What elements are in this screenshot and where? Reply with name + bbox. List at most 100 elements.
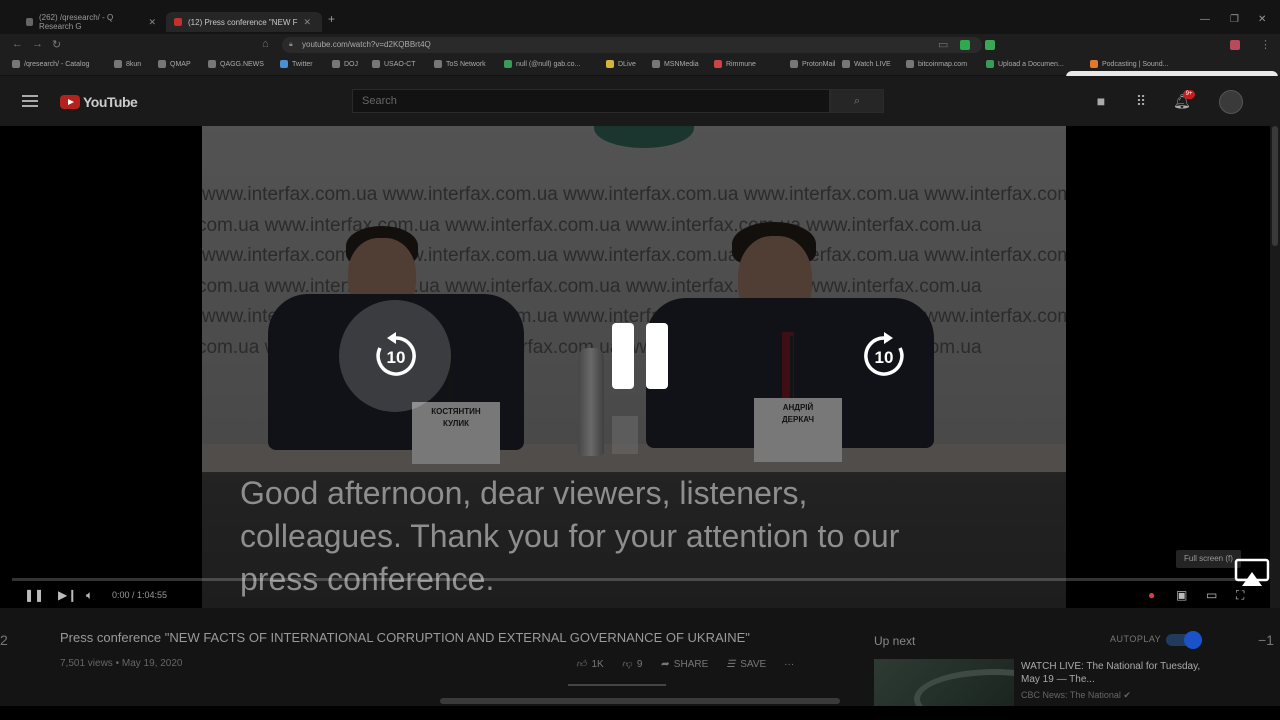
youtube-logo[interactable]: YouTube: [60, 94, 138, 110]
bookmark-item[interactable]: bitcoinmap.com: [906, 60, 967, 68]
bookmark-item[interactable]: Watch LIVE: [842, 60, 891, 68]
bookmark-icon: [790, 60, 798, 68]
hamburger-menu-icon[interactable]: [22, 95, 38, 107]
back-icon[interactable]: ←: [12, 38, 23, 50]
close-window-icon[interactable]: ✕: [1258, 14, 1266, 25]
thumbs-down-icon: 👎︎: [621, 659, 632, 670]
twitter-icon: [280, 60, 288, 68]
bookmark-icon: [434, 60, 442, 68]
extension-icon[interactable]: [985, 40, 995, 50]
progress-bar[interactable]: [12, 578, 1256, 581]
bookmark-item[interactable]: QAGG.NEWS: [208, 60, 264, 68]
autoplay-label: AUTOPLAY: [1110, 634, 1162, 644]
page-scrollbar[interactable]: [1270, 126, 1280, 608]
bookmark-icon: [906, 60, 914, 68]
bookmark-item[interactable]: Rimmune: [714, 60, 756, 68]
next-video-title[interactable]: WATCH LIVE: The National for Tuesday, Ma…: [1021, 660, 1201, 686]
bookmark-item[interactable]: ProtonMail: [790, 60, 835, 68]
bookmark-icon: [606, 60, 614, 68]
browser-tab-qresearch[interactable]: (262) /qresearch/ - Q Research G ✕: [18, 12, 164, 32]
new-tab-button[interactable]: +: [328, 12, 335, 26]
minimize-icon[interactable]: —: [1200, 14, 1210, 25]
like-button[interactable]: 👍︎ 1K: [576, 658, 604, 671]
maximize-icon[interactable]: ❐: [1230, 14, 1239, 25]
search-input[interactable]: Search: [352, 89, 830, 113]
airplay-icon[interactable]: [1234, 558, 1270, 590]
fullscreen-tooltip: Full screen (f): [1176, 550, 1241, 568]
time-display: 0:00 / 1:04:55: [112, 590, 168, 600]
bookmark-icon: [12, 60, 20, 68]
browser-tab-youtube[interactable]: (12) Press conference "NEW F ✕: [166, 12, 322, 32]
browser-tab-bar: (262) /qresearch/ - Q Research G ✕ (12) …: [0, 0, 1280, 34]
save-button[interactable]: ☰ SAVE: [726, 658, 766, 670]
volume-icon[interactable]: 🔈︎: [86, 588, 93, 603]
up-next-heading: Up next: [874, 634, 916, 648]
youtube-header: YouTube Search ⌕ ■ ⠿ 🔔︎ 9+: [0, 76, 1280, 126]
video-meta: 7,501 views • May 19, 2020: [60, 658, 183, 669]
pause-icon[interactable]: ❚❚: [24, 588, 44, 602]
bookmark-item[interactable]: QMAP: [158, 60, 191, 68]
logo-text: YouTube: [83, 94, 138, 110]
bookmark-item[interactable]: MSNMedia: [652, 60, 699, 68]
next-video-channel: CBC News: The National ✔: [1021, 690, 1131, 700]
bookmark-item[interactable]: /qresearch/ - Catalog: [12, 60, 89, 68]
bookmark-item[interactable]: Upload a Documen...: [986, 60, 1064, 68]
youtube-favicon-icon: [174, 18, 182, 26]
url-text: youtube.com/watch?v=d2KQBBrt4Q: [302, 40, 431, 49]
bookmark-item[interactable]: null (@null) gab.co...: [504, 60, 580, 68]
share-icon: ➦: [660, 658, 669, 670]
bookmark-item[interactable]: Podcasting | Sound...: [1090, 60, 1168, 68]
tab-label: (262) /qresearch/ - Q Research G: [38, 13, 114, 31]
more-button[interactable]: ···: [784, 658, 794, 670]
miniplayer-icon[interactable]: ▣: [1176, 588, 1187, 602]
forward-icon[interactable]: →: [32, 38, 43, 50]
menu-dots-icon[interactable]: ⋮: [1260, 38, 1271, 51]
bookmark-icon: [986, 60, 994, 68]
create-video-icon[interactable]: ■: [1093, 93, 1109, 109]
bookmark-item[interactable]: USAO-CT: [372, 60, 416, 68]
extension-icon[interactable]: [960, 40, 970, 50]
notification-badge: 9+: [1183, 90, 1195, 99]
next-video-icon[interactable]: ▶❙: [58, 588, 77, 602]
bookmark-item[interactable]: Twitter: [280, 60, 313, 68]
cast-icon[interactable]: ▭: [938, 38, 948, 51]
bookmark-item[interactable]: ToS Network: [434, 60, 486, 68]
tab-label: (12) Press conference "NEW F: [188, 17, 298, 27]
lock-icon: 🔒︎: [289, 41, 293, 48]
subtitle-line: Good afternoon, dear viewers, listeners,: [240, 475, 808, 511]
skip-back-10-icon[interactable]: 10: [372, 332, 420, 380]
address-bar-row: ← → ↻ ⌂ 🔒︎ youtube.com/watch?v=d2KQBBrt4…: [0, 34, 1280, 56]
bookmark-icon: [842, 60, 850, 68]
fullscreen-icon[interactable]: ⛶: [1236, 588, 1244, 603]
close-icon[interactable]: ✕: [304, 17, 312, 28]
video-actions: 👍︎ 1K 👎︎ 9 ➦ SHARE ☰ SAVE ···: [576, 658, 794, 671]
autoplay-toggle[interactable]: [1166, 631, 1202, 649]
avatar[interactable]: [1219, 90, 1243, 114]
autoplay-toggle-icon[interactable]: ●: [1148, 588, 1155, 602]
skip-forward-10-icon[interactable]: 10: [860, 332, 908, 380]
close-icon[interactable]: ✕: [148, 17, 156, 28]
video-info-section: 2 −1 Press conference "NEW FACTS OF INTE…: [0, 608, 1280, 706]
bookmark-manager-icon[interactable]: ⌂: [262, 38, 269, 50]
search-button[interactable]: ⌕: [830, 89, 884, 113]
bookmark-item[interactable]: DLive: [606, 60, 636, 68]
extension-icon[interactable]: [1230, 40, 1240, 50]
pause-big-icon[interactable]: [612, 323, 668, 389]
bookmark-icon: [114, 60, 122, 68]
apps-grid-icon[interactable]: ⠿: [1133, 93, 1149, 109]
next-video-thumbnail[interactable]: [874, 659, 1014, 706]
bookmark-item[interactable]: 8kun: [114, 60, 141, 68]
horizontal-scrollbar[interactable]: [440, 698, 840, 704]
subtitles: Good afternoon, dear viewers, listeners,…: [202, 472, 1066, 608]
theater-mode-icon[interactable]: ▭: [1206, 588, 1217, 602]
bookmark-item[interactable]: DOJ: [332, 60, 358, 68]
bookmark-icon: [158, 60, 166, 68]
bookmark-icon: [332, 60, 340, 68]
dislike-button[interactable]: 👎︎ 9: [621, 658, 643, 671]
reload-icon[interactable]: ↻: [52, 38, 61, 51]
share-button[interactable]: ➦ SHARE: [660, 658, 708, 670]
edge-label-right: −1: [1258, 632, 1274, 648]
save-playlist-icon: ☰: [726, 658, 736, 670]
video-player[interactable]: www.interfax.com.ua www.interfax.com.ua …: [0, 126, 1270, 608]
url-field[interactable]: 🔒︎ youtube.com/watch?v=d2KQBBrt4Q: [282, 37, 982, 53]
